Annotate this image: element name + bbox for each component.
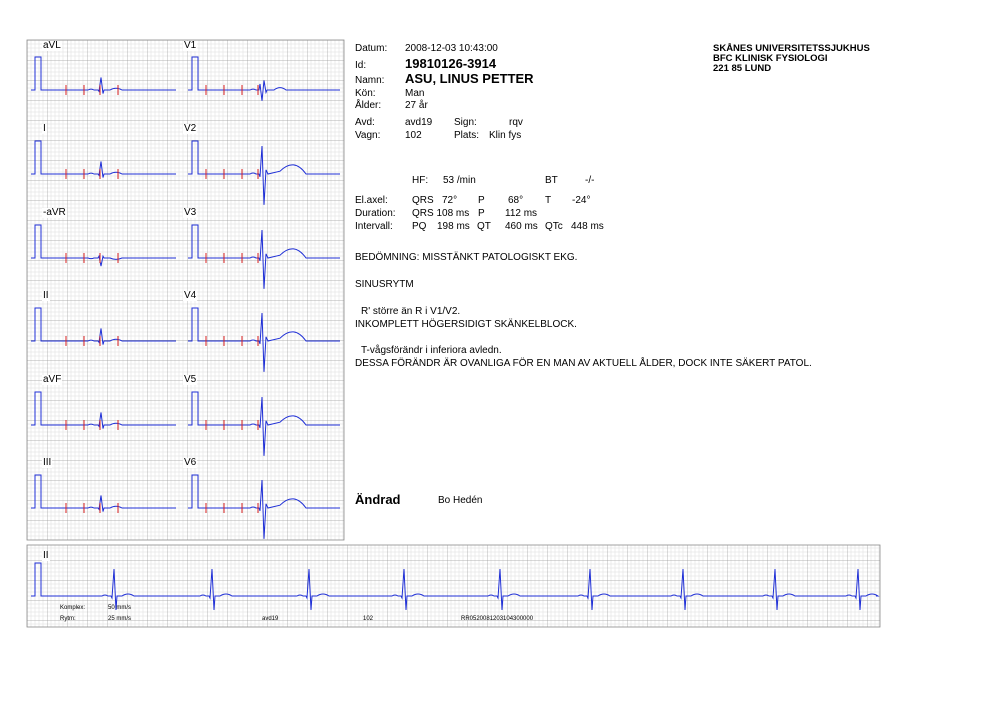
qt-label: QT — [477, 221, 491, 232]
avd-value: avd19 — [405, 117, 433, 128]
lead-label-right-1: V2 — [183, 123, 198, 134]
plats-value: Klin fys — [489, 130, 522, 141]
lead-label-right-3: V4 — [183, 290, 198, 301]
p-duration-label: P — [478, 208, 485, 219]
qtc-label: QTc — [545, 221, 563, 232]
id-label: Id: — [355, 60, 367, 71]
andrad-by: Bo Hedén — [438, 495, 483, 506]
datum-value: 2008-12-03 10:43:00 — [405, 43, 498, 54]
sign-label: Sign: — [454, 117, 477, 128]
strip-vagn: 102 — [363, 616, 374, 622]
interpretation-finding-3: T-vågsförändr i inferiora avledn. — [361, 345, 502, 356]
patient-name: ASU, LINUS PETTER — [405, 71, 534, 86]
lead-label-right-5: V6 — [183, 457, 198, 468]
p-axis-value: 68° — [508, 195, 524, 206]
kon-label: Kön: — [355, 88, 376, 99]
interpretation-finding-1: R' större än R i V1/V2. — [361, 306, 461, 317]
lead-label-left-1: I — [42, 123, 47, 134]
andrad-label: Ändrad — [355, 492, 401, 507]
interpretation-comment: DESSA FÖRÄNDR ÄR OVANLIGA FÖR EN MAN AV … — [355, 358, 812, 369]
vagn-value: 102 — [405, 130, 422, 141]
qtc-value: 448 ms — [571, 221, 604, 232]
hf-label: HF: — [412, 175, 429, 186]
lead-label-left-0: aVL — [42, 40, 62, 51]
komplex-label: Komplex: — [60, 605, 86, 611]
lead-label-right-4: V5 — [183, 374, 198, 385]
id-value: 19810126-3914 — [405, 56, 497, 71]
sign-value: rqv — [509, 117, 523, 128]
hf-value: 53 /min — [443, 175, 476, 186]
interpretation-rhythm: SINUSRYTM — [355, 279, 414, 290]
lead-label-left-2: -aVR — [42, 207, 67, 218]
qrs-axis-label: QRS — [412, 195, 434, 206]
interpretation-finding-2: INKOMPLETT HÖGERSIDIGT SKÄNKELBLOCK. — [355, 319, 577, 330]
p-duration-value: 112 ms — [505, 208, 538, 219]
plats-label: Plats: — [454, 130, 480, 141]
elaxel-label: El.axel: — [355, 195, 388, 206]
rytm-value: 25 mm/s — [108, 616, 132, 622]
bt-label: BT — [545, 175, 558, 186]
t-axis-value: -24° — [572, 195, 591, 206]
p-axis-label: P — [478, 195, 485, 206]
kon-value: Man — [405, 88, 425, 99]
lead-label-right-0: V1 — [183, 40, 198, 51]
namn-label: Namn: — [355, 75, 385, 86]
komplex-value: 50 mm/s — [108, 605, 132, 611]
qrs-duration: QRS 108 ms — [412, 208, 470, 219]
datum-label: Datum: — [355, 43, 388, 54]
alder-label: Ålder: — [355, 100, 382, 111]
hospital-address: 221 85 LUND — [713, 63, 772, 74]
rytm-label: Rytm: — [60, 616, 76, 622]
strip-avd: avd19 — [262, 616, 279, 622]
rhythm-strip-grid — [26, 544, 881, 628]
lead-label-left-3: II — [42, 290, 50, 301]
lead-label-left-5: III — [42, 457, 53, 468]
strip-record-id: RR0520081203104300000 — [461, 616, 534, 622]
qrs-axis-value: 72° — [442, 195, 458, 206]
duration-label: Duration: — [355, 208, 396, 219]
interpretation-assessment: BEDÖMNING: MISSTÄNKT PATOLOGISKT EKG. — [355, 252, 578, 263]
pq-value: 198 ms — [437, 221, 470, 232]
intervall-label: Intervall: — [355, 221, 393, 232]
avd-label: Avd: — [355, 117, 375, 128]
t-axis-label: T — [545, 195, 552, 206]
qt-value: 460 ms — [505, 221, 538, 232]
lead-label-right-2: V3 — [183, 207, 198, 218]
bt-value: -/- — [585, 175, 595, 186]
alder-value: 27 år — [405, 100, 428, 111]
lead-label-left-4: aVF — [42, 374, 63, 385]
lead-label-rhythm: II — [42, 550, 50, 561]
vagn-label: Vagn: — [355, 130, 381, 141]
pq-label: PQ — [412, 221, 427, 232]
